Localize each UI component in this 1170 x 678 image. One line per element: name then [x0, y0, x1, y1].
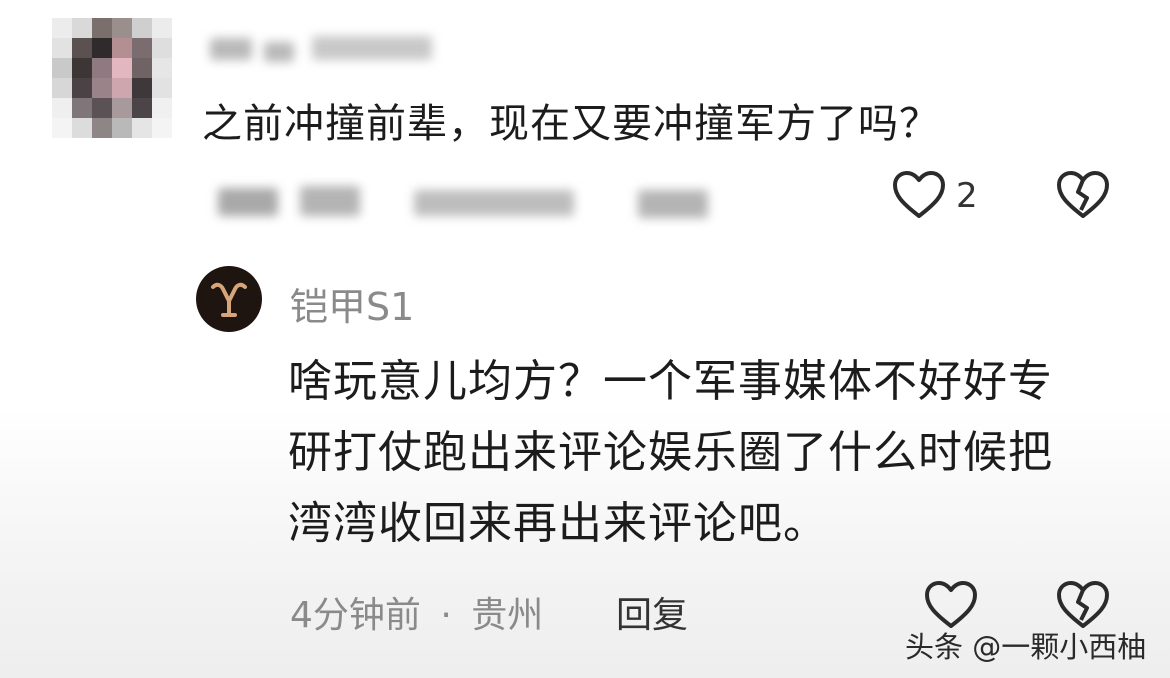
like-count: 2: [956, 176, 978, 216]
reply-text-line: 湾湾收回来再出来评论吧。: [288, 498, 828, 549]
watermark: 头条 @一颗小西柚: [905, 630, 1147, 664]
reply-username[interactable]: 铠甲S1: [290, 276, 414, 331]
reply-time: 4分钟前: [290, 595, 421, 636]
meta-separator: ·: [440, 595, 452, 636]
comment-text: 之前冲撞前辈，现在又要冲撞军方了吗？: [202, 101, 940, 147]
like-heart-icon[interactable]: [892, 170, 946, 220]
like-heart-icon[interactable]: [924, 580, 978, 630]
reply-meta: 4分钟前 · 贵州: [290, 586, 543, 638]
reply-avatar[interactable]: [196, 266, 262, 332]
dislike-broken-heart-icon[interactable]: [1056, 580, 1110, 630]
dislike-broken-heart-icon[interactable]: [1056, 170, 1110, 220]
reply-button[interactable]: 回复: [616, 586, 688, 638]
commenter-avatar[interactable]: [52, 18, 172, 138]
y-logo-icon: [211, 282, 247, 317]
reply-text: 啥玩意儿均方？一个军事媒体不好好专 研打仗跑出来评论娱乐圈了什么时候把 湾湾收回…: [288, 346, 1138, 559]
reply-text-line: 啥玩意儿均方？一个军事媒体不好好专: [288, 356, 1053, 407]
reply-location: 贵州: [471, 595, 544, 636]
reply-text-line: 研打仗跑出来评论娱乐圈了什么时候把: [288, 427, 1053, 478]
